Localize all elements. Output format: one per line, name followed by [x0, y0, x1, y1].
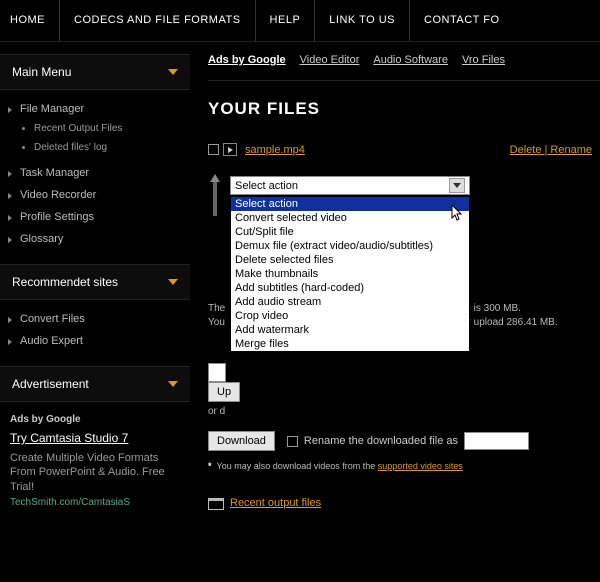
ad-description: Create Multiple Video Formats From Power…: [10, 451, 180, 496]
submenu: Recent Output Files Deleted files' log: [20, 115, 184, 157]
chevron-down-icon: [168, 381, 178, 387]
upload-button[interactable]: Up: [208, 382, 240, 402]
recent-output-files-link[interactable]: Recent output files: [230, 497, 321, 509]
chevron-down-icon: [168, 69, 178, 75]
recommended-list: Convert Files Audio Expert: [0, 300, 190, 366]
play-icon[interactable]: [223, 143, 237, 156]
sidebar-item-task-manager[interactable]: Task Manager: [0, 162, 190, 184]
supported-sites-link[interactable]: supported video sites: [378, 461, 463, 471]
chevron-down-icon[interactable]: [449, 178, 465, 193]
ads-by-google-link[interactable]: Ads by Google: [208, 54, 286, 66]
select-current-value: Select action: [235, 180, 298, 192]
file-actions: Delete | Rename: [510, 144, 592, 156]
sidebar-ad: Ads by Google Try Camtasia Studio 7 Crea…: [0, 402, 190, 520]
rename-label: Rename the downloaded file as: [304, 435, 458, 447]
action-select[interactable]: Select action Select action Convert sele…: [230, 176, 470, 195]
sidebar: Main Menu File Manager Recent Output Fil…: [0, 42, 190, 520]
ad-title-link[interactable]: Try Camtasia Studio 7: [10, 431, 180, 447]
file-rename-link[interactable]: Rename: [550, 144, 592, 156]
sidebar-item-audio-expert[interactable]: Audio Expert: [0, 330, 190, 352]
file-row: sample.mp4 Delete | Rename: [208, 143, 600, 156]
folder-icon: [208, 498, 224, 510]
arrow-up-icon: [208, 174, 222, 216]
ads-by-google-label: Ads by Google: [10, 414, 180, 425]
option-merge-files[interactable]: Merge files: [231, 337, 469, 351]
size-hint-right: d) is 300 MB. or upload 286.41 MB.: [462, 302, 558, 330]
ad-url[interactable]: TechSmith.com/CamtasiaS: [10, 497, 180, 508]
sidebar-item-profile-settings[interactable]: Profile Settings: [0, 206, 190, 228]
rename-input[interactable]: [464, 432, 529, 450]
video-hint-text: You may also download videos from the: [217, 461, 378, 471]
file-delete-link[interactable]: Delete: [510, 144, 542, 156]
main-menu-title: Main Menu: [12, 65, 71, 79]
main-menu-header[interactable]: Main Menu: [0, 54, 190, 90]
nav-contact[interactable]: CONTACT FO: [410, 0, 513, 41]
file-checkbox[interactable]: [208, 144, 219, 155]
page-title: YOUR FILES: [208, 99, 600, 119]
advertisement-title: Advertisement: [12, 377, 89, 391]
cursor-icon: [451, 205, 465, 223]
option-demux[interactable]: Demux file (extract video/audio/subtitle…: [231, 239, 469, 253]
sidebar-item-file-manager[interactable]: File Manager Recent Output Files Deleted…: [0, 98, 190, 162]
ads-link-audio-software[interactable]: Audio Software: [373, 54, 448, 66]
option-delete-files[interactable]: Delete selected files: [231, 253, 469, 267]
option-make-thumbnails[interactable]: Make thumbnails: [231, 267, 469, 281]
recommended-title: Recommendet sites: [12, 275, 118, 289]
size-hint-left: The You: [208, 302, 225, 330]
sidebar-item-glossary[interactable]: Glossary: [0, 228, 190, 250]
sidebar-subitem-deleted-log[interactable]: Deleted files' log: [20, 138, 184, 157]
top-nav: HOME CODECS AND FILE FORMATS HELP LINK T…: [0, 0, 600, 42]
file-name-link[interactable]: sample.mp4: [245, 144, 305, 156]
upload-path-input[interactable]: [208, 363, 226, 382]
main-content: Ads by Google Video Editor Audio Softwar…: [190, 42, 600, 509]
action-dropdown: Select action Convert selected video Cut…: [230, 196, 470, 352]
sidebar-subitem-recent-output[interactable]: Recent Output Files: [20, 119, 184, 138]
option-add-subtitles[interactable]: Add subtitles (hard-coded): [231, 281, 469, 295]
sidebar-item-video-recorder[interactable]: Video Recorder: [0, 184, 190, 206]
upload-or-hint: or d: [208, 406, 600, 417]
advertisement-header[interactable]: Advertisement: [0, 366, 190, 402]
chevron-down-icon: [168, 279, 178, 285]
option-cut-split[interactable]: Cut/Split file: [231, 225, 469, 239]
ads-link-row: Ads by Google Video Editor Audio Softwar…: [208, 54, 600, 81]
download-button[interactable]: Download: [208, 431, 275, 451]
nav-home[interactable]: HOME: [0, 0, 60, 41]
option-select-action[interactable]: Select action: [231, 197, 469, 211]
sidebar-item-label: File Manager: [20, 103, 84, 115]
ads-link-video-editor[interactable]: Video Editor: [300, 54, 360, 66]
option-convert-video[interactable]: Convert selected video: [231, 211, 469, 225]
option-add-audio[interactable]: Add audio stream: [231, 295, 469, 309]
ads-link-vro-files[interactable]: Vro Files: [462, 54, 505, 66]
nav-help[interactable]: HELP: [256, 0, 316, 41]
sidebar-item-convert-files[interactable]: Convert Files: [0, 308, 190, 330]
option-add-watermark[interactable]: Add watermark: [231, 323, 469, 337]
rename-checkbox[interactable]: [287, 436, 298, 447]
recommended-header[interactable]: Recommendet sites: [0, 264, 190, 300]
asterisk-icon: *: [208, 461, 212, 471]
nav-codecs[interactable]: CODECS AND FILE FORMATS: [60, 0, 256, 41]
main-menu-list: File Manager Recent Output Files Deleted…: [0, 90, 190, 264]
nav-link-to-us[interactable]: LINK TO US: [315, 0, 410, 41]
option-crop-video[interactable]: Crop video: [231, 309, 469, 323]
